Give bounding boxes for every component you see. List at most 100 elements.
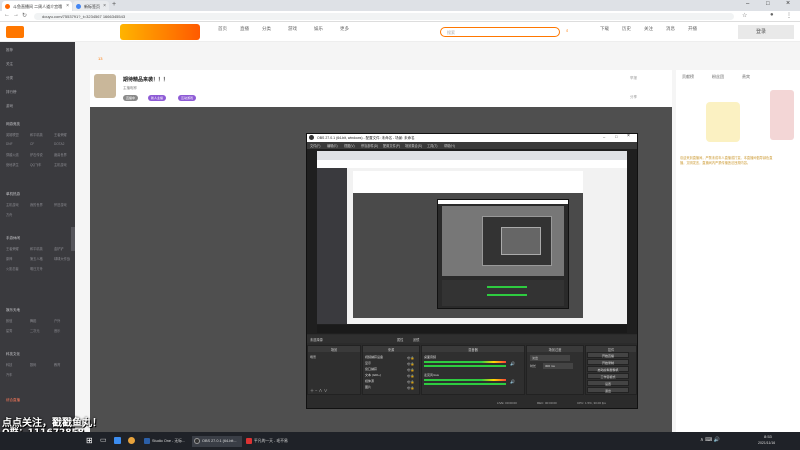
obs-maximize-icon[interactable]: □ [615,134,617,139]
reload-icon[interactable]: ↻ [22,12,27,19]
rank-tab[interactable]: 贡献榜 [682,74,694,80]
sidebar-sub-item[interactable]: 音乐 [54,328,60,333]
sidebar-bottom-link[interactable]: 综合直播 [6,398,20,403]
obs-menu-view[interactable]: 视图(V) [344,143,355,148]
exit-button[interactable]: 退出 [587,387,629,393]
sidebar-sub-item[interactable]: 炉石传说 [30,152,43,157]
fans-tab[interactable]: 粉丝团 [712,74,724,80]
sidebar-item-category[interactable]: 分类 [6,76,13,81]
sidebar-sub-item[interactable]: 汽车 [6,372,12,377]
sidebar-sub-item[interactable]: CF [30,142,34,146]
nav-category[interactable]: 分类 [262,26,271,32]
forward-icon[interactable]: → [13,12,19,18]
owner-name[interactable]: 主播昵称 [123,86,137,91]
sidebar-item-recommend[interactable]: 推荐 [6,48,13,53]
mute-icon[interactable]: 🔊 [510,361,515,366]
search-input[interactable]: 搜索 [440,27,560,37]
sidebar-sub-item[interactable]: 星秀 [6,328,12,333]
vip-tab[interactable]: 贵宾 [742,74,750,80]
app-icon[interactable] [114,437,121,444]
sidebar-sub-item[interactable]: 魔兽世界 [54,152,67,157]
source-item[interactable]: 文本 (GDI+) [365,373,381,377]
scene-add-icon[interactable]: ＋ − ∧ ∨ [310,388,328,394]
room-tag[interactable]: 新人主播 [148,95,167,101]
sidebar-sub-item[interactable]: 第五人格 [30,256,43,261]
close-window-icon[interactable]: × [786,0,790,7]
source-item[interactable]: 窗口捕获 [365,367,377,371]
start-streaming-button[interactable]: 开始直播 [587,352,629,358]
nav-entertain[interactable]: 娱乐 [314,26,323,32]
sidebar-sub-item[interactable]: 英雄联盟 [6,132,19,137]
sidebar-sub-item[interactable]: QQ飞车 [30,162,41,167]
scene-item[interactable]: 场景 [310,355,316,359]
source-item[interactable]: 媒体源 [365,379,374,383]
virtual-camera-button[interactable]: 启动虚拟摄像机 [587,366,629,372]
sidebar-sub-item[interactable]: 户外 [54,318,60,323]
sidebar-item-follow[interactable]: 关注 [6,62,13,67]
message-link[interactable]: 消息 [666,26,675,32]
obs-close-icon[interactable]: × [627,134,630,139]
url-input[interactable]: douyu.com/7553791?_t=3234567 1666345543 [34,13,734,20]
login-link[interactable]: 登录 [756,28,766,35]
taskview-icon[interactable]: ▭ [100,436,107,444]
taskbar-app[interactable]: Studio One - 无标... [142,436,190,447]
sidebar-sub-item[interactable]: 科技 [6,362,12,367]
obs-menu-tools[interactable]: 工具(T) [427,143,437,148]
sidebar-sub-item[interactable]: 主机游戏 [6,202,19,207]
sidebar-item-game[interactable]: 游戏 [6,104,13,109]
share-link[interactable]: 分享 [630,95,637,100]
back-icon[interactable]: ← [4,12,10,18]
sidebar-sub-item[interactable]: 王者荣耀 [54,132,67,137]
sidebar-sub-item[interactable]: 数码 [30,362,36,367]
sidebar-sub-item[interactable]: 主机游戏 [54,162,67,167]
history-link[interactable]: 历史 [622,26,631,32]
sidebar-sub-item[interactable]: DNF [6,142,13,146]
browser-tab[interactable]: 新标签页 × [73,1,109,11]
obs-menu-profile[interactable]: 配置文件(P) [383,143,400,148]
douyu-logo-icon[interactable] [6,26,24,38]
taskbar-app[interactable]: 平凡的一天 - 毛不易 [244,436,296,447]
sidebar-sub-item[interactable]: 明日方舟 [30,266,43,271]
transition-select[interactable]: 淡出 [530,355,570,361]
source-item[interactable]: 图片 [365,385,371,389]
star-icon[interactable]: ☆ [742,12,747,19]
obs-menu-help[interactable]: 帮助(H) [444,143,455,148]
studio-mode-button[interactable]: 工作室模式 [587,373,629,379]
report-link[interactable]: 举报 [630,76,637,81]
filters-button[interactable]: 滤镜 [413,337,419,342]
follow-link[interactable]: 关注 [644,26,653,32]
source-item[interactable]: 显示 [365,361,371,365]
sidebar-sub-item[interactable]: 穿越火线 [6,152,19,157]
close-tab-icon[interactable]: × [66,3,69,9]
duration-input[interactable]: 300 ms [543,363,573,369]
start-live-link[interactable]: 开播 [688,26,697,32]
volume-slider[interactable] [424,383,506,385]
login-area[interactable]: 登录 [738,25,794,39]
sidebar-sub-item[interactable]: 原神 [6,256,12,261]
nav-more[interactable]: 更多 [340,26,349,32]
room-tag[interactable]: 直播中 [123,95,139,101]
room-tag[interactable]: 互动游戏 [178,95,197,101]
taskbar-app-active[interactable]: OBS 27.0.1 (64-bit... [192,436,242,447]
sidebar-sub-item[interactable]: DOTA2 [54,142,64,146]
sidebar-sub-item[interactable]: 王者荣耀 [6,246,19,251]
close-tab-icon[interactable]: × [103,3,106,9]
obs-preview[interactable] [307,149,637,334]
source-visibility-icons[interactable]: 👁🔒 👁🔒 👁🔒 👁🔒 👁🔒 👁🔒 [407,355,415,391]
avatar[interactable] [94,74,116,98]
sidebar-sub-item[interactable]: 我的世界 [30,202,43,207]
windows-start-icon[interactable]: ⊞ [86,436,93,445]
sidebar-sub-item[interactable]: 舞蹈 [30,318,36,323]
sidebar-sub-item[interactable]: 金铲铲 [54,246,64,251]
browser-tab-active[interactable]: 斗鱼直播间 二周人道介宫哦 × [2,1,72,11]
sidebar-sub-item[interactable]: 教育 [54,362,60,367]
download-link[interactable]: 下载 [600,26,609,32]
properties-button[interactable]: 属性 [397,337,403,342]
sidebar-sub-item[interactable]: 球球大作战 [54,256,70,261]
mute-icon[interactable]: 🔊 [510,379,515,384]
sidebar-sub-item[interactable]: 绝地求生 [6,162,19,167]
obs-menu-file[interactable]: 文件(F) [310,143,320,148]
sidebar-sub-item[interactable]: 火影忍者 [6,266,19,271]
settings-button[interactable]: 设置 [587,380,629,386]
obs-menu-scenes[interactable]: 场景集合(S) [405,143,422,148]
